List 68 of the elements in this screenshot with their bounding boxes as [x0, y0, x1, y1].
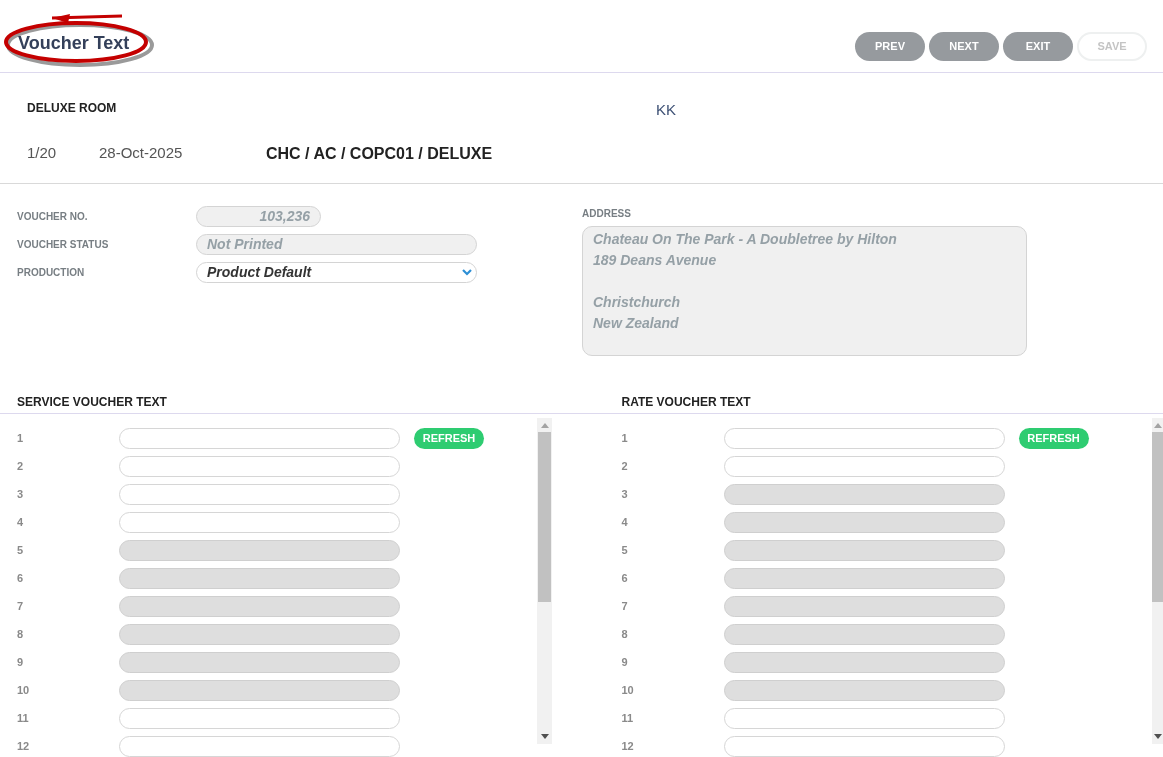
- scroll-up-icon[interactable]: [540, 423, 549, 428]
- line-number: 10: [17, 682, 31, 698]
- address-line: New Zealand: [593, 314, 680, 333]
- line-number: 6: [621, 570, 629, 586]
- text-line-input[interactable]: [119, 511, 400, 533]
- line-number: 9: [621, 654, 629, 670]
- line-number: 2: [17, 458, 25, 474]
- text-line-input[interactable]: [119, 483, 400, 505]
- line-number: 1: [621, 430, 629, 446]
- agent-code: KK: [656, 100, 676, 120]
- scrollbar-thumb[interactable]: [1151, 432, 1163, 602]
- section-title: RATE VOUCHER TEXT: [621, 396, 751, 408]
- scroll-down-icon[interactable]: [540, 734, 549, 739]
- chevron-down-icon: [462, 268, 472, 276]
- page-title: Voucher Text: [18, 33, 130, 53]
- line-number: 7: [17, 598, 25, 614]
- line-number: 2: [621, 458, 629, 474]
- address-line: Christchurch: [593, 293, 682, 312]
- toolbar-button[interactable]: PREV: [855, 32, 925, 61]
- address-line: Chateau On The Park - A Doubletree by Hilton: [593, 230, 898, 249]
- line-number: 4: [17, 514, 25, 530]
- text-line-input[interactable]: [119, 455, 400, 477]
- toolbar-button[interactable]: EXIT: [1003, 32, 1073, 61]
- line-number: 3: [621, 486, 629, 502]
- text-line-input[interactable]: [723, 455, 1005, 477]
- voucher-number-field[interactable]: 103,236: [196, 205, 321, 227]
- text-line-input[interactable]: [119, 427, 400, 449]
- field-label: PRODUCTION: [17, 265, 86, 280]
- text-line-input[interactable]: [723, 735, 1005, 757]
- line-number: 12: [621, 738, 635, 754]
- status-field[interactable]: Not Printed: [196, 233, 477, 255]
- toolbar-button[interactable]: NEXT: [929, 32, 999, 61]
- pax-count: 1/20: [27, 143, 58, 164]
- line-number: 11: [17, 710, 30, 726]
- text-line-input[interactable]: [119, 735, 400, 757]
- line-number: 1: [17, 430, 25, 446]
- line-number: 9: [17, 654, 25, 670]
- line-number: 8: [621, 626, 629, 642]
- production-dropdown[interactable]: Product Default: [196, 261, 477, 283]
- service-date: 28-Oct-2025: [99, 143, 184, 164]
- scrollbar-thumb[interactable]: [538, 432, 551, 602]
- service-route: CHC / AC / COPC01 / DELUXE: [266, 143, 493, 164]
- text-line-input[interactable]: [119, 707, 400, 729]
- scroll-down-icon[interactable]: [1154, 734, 1162, 739]
- scroll-up-icon[interactable]: [1154, 423, 1162, 428]
- scrollbar[interactable]: [1151, 418, 1163, 744]
- line-number: 8: [17, 626, 25, 642]
- refresh-button[interactable]: REFRESH: [414, 427, 484, 449]
- line-number: 6: [17, 570, 25, 586]
- line-number: 7: [621, 598, 629, 614]
- text-line-input[interactable]: [723, 427, 1005, 449]
- line-number: 3: [17, 486, 25, 502]
- address-line: 189 Deans Avenue: [593, 251, 718, 270]
- text-line-input[interactable]: [723, 707, 1005, 729]
- field-label: VOUCHER STATUS: [17, 237, 110, 252]
- line-number: 11: [621, 710, 635, 726]
- line-number: 10: [621, 682, 635, 698]
- field-label: ADDRESS: [582, 207, 632, 219]
- line-number: 4: [621, 514, 629, 530]
- section-title: SERVICE VOUCHER TEXT: [17, 396, 167, 408]
- address-field[interactable]: Chateau On The Park - A Doubletree by Hilton 189 Deans Avenue Christchurch New Zealand: [582, 226, 1027, 356]
- room-type: DELUXE ROOM: [27, 100, 118, 117]
- line-number: 12: [17, 738, 31, 754]
- field-label: VOUCHER NO.: [17, 209, 89, 224]
- scrollbar[interactable]: [537, 418, 552, 744]
- refresh-button[interactable]: REFRESH: [1018, 427, 1089, 449]
- line-number: 5: [17, 542, 25, 558]
- line-number: 5: [621, 542, 629, 558]
